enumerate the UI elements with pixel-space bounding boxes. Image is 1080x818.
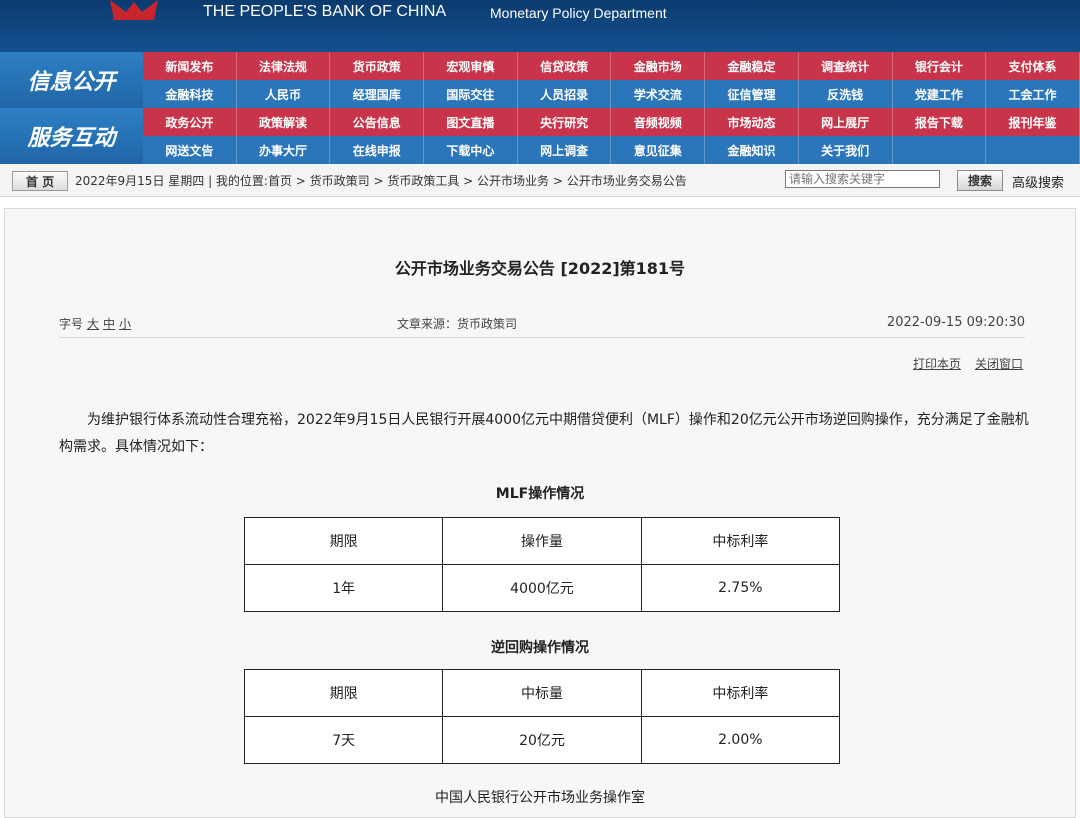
nav-item[interactable]: 政策解读 bbox=[237, 108, 331, 136]
table-header-row: 期限 操作量 中标利率 bbox=[243, 517, 841, 565]
table-cell: 20亿元 bbox=[442, 716, 642, 764]
article-panel: 公开市场业务交易公告 [2022]第181号 字号大中小 文章来源：货币政策司 … bbox=[4, 208, 1076, 818]
main-navigation: 信息公开 服务互动 新闻发布 法律法规 货币政策 宏观审慎 信贷政策 金融市场 … bbox=[0, 52, 1080, 164]
nav-item[interactable]: 金融科技 bbox=[143, 80, 237, 108]
font-size-small-link[interactable]: 小 bbox=[119, 317, 131, 331]
table-cell: 2.75% bbox=[640, 564, 841, 612]
nav-item[interactable]: 办事大厅 bbox=[237, 136, 331, 164]
nav-item[interactable]: 反洗钱 bbox=[799, 80, 893, 108]
nav-item[interactable]: 公告信息 bbox=[330, 108, 425, 136]
search-input[interactable] bbox=[785, 170, 940, 188]
nav-item[interactable]: 市场动态 bbox=[705, 108, 799, 136]
table-header-cell: 操作量 bbox=[442, 517, 642, 565]
nav-item-empty bbox=[986, 136, 1080, 164]
mlf-table: 期限 操作量 中标利率 1年 4000亿元 2.75% bbox=[243, 517, 841, 612]
table-cell: 2.00% bbox=[640, 716, 841, 764]
mlf-table-caption: MLF操作情况 bbox=[495, 486, 585, 502]
close-window-link[interactable]: 关闭窗口 bbox=[975, 357, 1023, 371]
pboc-logo-icon bbox=[110, 0, 158, 20]
font-size-controls: 字号大中小 bbox=[59, 315, 131, 332]
nav-item[interactable]: 意见征集 bbox=[611, 136, 706, 164]
nav-item[interactable]: 关于我们 bbox=[799, 136, 893, 164]
nav-item[interactable]: 法律法规 bbox=[237, 52, 331, 80]
nav-section-info-disclosure: 信息公开 bbox=[0, 52, 143, 108]
site-header: THE PEOPLE'S BANK OF CHINA Monetary Poli… bbox=[0, 0, 1080, 52]
reverse-repo-table-caption: 逆回购操作情况 bbox=[491, 640, 589, 656]
nav-item[interactable]: 央行研究 bbox=[518, 108, 612, 136]
table-cell: 4000亿元 bbox=[442, 564, 642, 612]
bank-name-en: THE PEOPLE'S BANK OF CHINA bbox=[203, 3, 447, 20]
table-header-cell: 中标利率 bbox=[640, 517, 841, 565]
nav-item[interactable]: 学术交流 bbox=[611, 80, 706, 108]
nav-item[interactable]: 报刊年鉴 bbox=[986, 108, 1080, 136]
breadcrumb-bar: 首 页 2022年9月15日 星期四 | 我的位置:首页 > 货币政策司 > 货… bbox=[0, 164, 1080, 197]
nav-item[interactable]: 宏观审慎 bbox=[424, 52, 518, 80]
table-row: 1年 4000亿元 2.75% bbox=[243, 564, 841, 612]
nav-item[interactable]: 经理国库 bbox=[330, 80, 425, 108]
font-size-large-link[interactable]: 大 bbox=[87, 317, 99, 331]
article-source: 文章来源：货币政策司 bbox=[397, 317, 518, 331]
home-button[interactable]: 首 页 bbox=[12, 171, 68, 191]
nav-item[interactable]: 银行会计 bbox=[893, 52, 987, 80]
table-header-cell: 期限 bbox=[243, 517, 444, 565]
nav-item[interactable]: 政务公开 bbox=[143, 108, 237, 136]
department-name-en: Monetary Policy Department bbox=[490, 5, 667, 21]
article-meta: 字号大中小 文章来源：货币政策司 2022-09-15 09:20:30 bbox=[59, 315, 1025, 338]
article-paragraph: 为维护银行体系流动性合理充裕，2022年9月15日人民银行开展4000亿元中期借… bbox=[59, 412, 1029, 455]
table-header-row: 期限 中标量 中标利率 bbox=[243, 669, 841, 717]
article-datetime: 2022-09-15 09:20:30 bbox=[886, 315, 1025, 330]
page-title: 公开市场业务交易公告 [2022]第181号 bbox=[394, 259, 686, 278]
nav-row-3: 政务公开 政策解读 公告信息 图文直播 央行研究 音频视频 市场动态 网上展厅 … bbox=[143, 108, 1080, 136]
nav-item[interactable]: 新闻发布 bbox=[143, 52, 237, 80]
nav-item[interactable]: 下载中心 bbox=[424, 136, 518, 164]
nav-item[interactable]: 金融市场 bbox=[611, 52, 706, 80]
nav-item[interactable]: 支付体系 bbox=[986, 52, 1080, 80]
nav-row-4: 网送文告 办事大厅 在线申报 下载中心 网上调查 意见征集 金融知识 关于我们 bbox=[143, 136, 1080, 164]
print-close-links: 打印本页 关闭窗口 bbox=[899, 355, 1023, 372]
nav-item[interactable]: 在线申报 bbox=[330, 136, 425, 164]
nav-item[interactable]: 信贷政策 bbox=[518, 52, 612, 80]
nav-item-empty bbox=[893, 136, 987, 164]
nav-row-1: 新闻发布 法律法规 货币政策 宏观审慎 信贷政策 金融市场 金融稳定 调查统计 … bbox=[143, 52, 1080, 80]
nav-section-service-interaction: 服务互动 bbox=[0, 108, 143, 164]
font-size-label: 字号 bbox=[59, 317, 84, 331]
nav-item[interactable]: 图文直播 bbox=[424, 108, 518, 136]
table-cell: 1年 bbox=[243, 564, 444, 612]
table-header-cell: 中标利率 bbox=[640, 669, 841, 717]
table-header-cell: 中标量 bbox=[442, 669, 642, 717]
nav-item[interactable]: 网上展厅 bbox=[799, 108, 893, 136]
nav-item[interactable]: 工会工作 bbox=[986, 80, 1080, 108]
table-cell: 7天 bbox=[243, 716, 444, 764]
search-button[interactable]: 搜索 bbox=[957, 170, 1003, 191]
reverse-repo-table: 期限 中标量 中标利率 7天 20亿元 2.00% bbox=[243, 669, 841, 764]
nav-item[interactable]: 金融稳定 bbox=[705, 52, 799, 80]
nav-item[interactable]: 人员招录 bbox=[518, 80, 612, 108]
font-size-medium-link[interactable]: 中 bbox=[103, 317, 115, 331]
nav-item[interactable]: 网上调查 bbox=[518, 136, 612, 164]
print-page-link[interactable]: 打印本页 bbox=[913, 357, 961, 371]
nav-item[interactable]: 征信管理 bbox=[705, 80, 799, 108]
nav-item[interactable]: 货币政策 bbox=[330, 52, 425, 80]
nav-item[interactable]: 音频视频 bbox=[611, 108, 706, 136]
breadcrumb: 2022年9月15日 星期四 | 我的位置:首页 > 货币政策司 > 货币政策工… bbox=[75, 174, 687, 188]
nav-item[interactable]: 国际交往 bbox=[424, 80, 518, 108]
article-signature: 中国人民银行公开市场业务操作室 bbox=[435, 790, 645, 806]
nav-row-2: 金融科技 人民币 经理国库 国际交往 人员招录 学术交流 征信管理 反洗钱 党建… bbox=[143, 80, 1080, 108]
nav-item[interactable]: 网送文告 bbox=[143, 136, 237, 164]
table-header-cell: 期限 bbox=[243, 669, 444, 717]
table-row: 7天 20亿元 2.00% bbox=[243, 716, 841, 764]
nav-item[interactable]: 调查统计 bbox=[799, 52, 893, 80]
advanced-search-link[interactable]: 高级搜索 bbox=[1012, 172, 1064, 191]
nav-item[interactable]: 人民币 bbox=[237, 80, 331, 108]
nav-item[interactable]: 党建工作 bbox=[893, 80, 987, 108]
nav-item[interactable]: 报告下载 bbox=[893, 108, 987, 136]
nav-item[interactable]: 金融知识 bbox=[705, 136, 799, 164]
